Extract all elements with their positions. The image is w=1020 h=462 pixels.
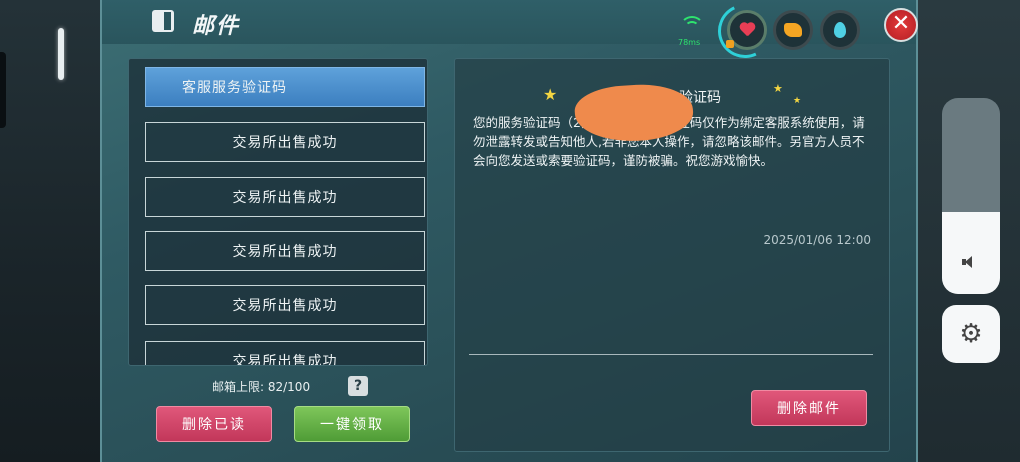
page-title: 邮件 xyxy=(192,14,241,39)
side-handle[interactable] xyxy=(58,28,64,80)
mail-list[interactable]: 客服服务验证码 交易所出售成功 交易所出售成功 交易所出售成功 交易所出售成功 … xyxy=(128,58,428,366)
volume-slider[interactable] xyxy=(942,98,1000,294)
list-item-label: 交易所出售成功 xyxy=(232,354,338,366)
delete-mail-button[interactable]: 删除邮件 xyxy=(751,390,867,426)
mail-icon xyxy=(152,10,174,32)
collect-all-button[interactable]: 一键领取 xyxy=(294,406,410,442)
shield-badge-icon xyxy=(726,40,734,48)
energy-button[interactable] xyxy=(773,10,813,50)
mailbox-quota: 邮箱上限: 82/100 xyxy=(212,380,311,394)
list-item-label: 交易所出售成功 xyxy=(232,190,338,206)
list-item-label: 客服服务验证码 xyxy=(182,80,287,96)
list-item[interactable]: 客服服务验证码 xyxy=(145,67,425,107)
background-left xyxy=(0,0,100,462)
arrow-icon xyxy=(784,23,802,37)
settings-button[interactable]: ⚙ xyxy=(942,305,1000,363)
list-item-label: 交易所出售成功 xyxy=(232,244,338,260)
volume-level xyxy=(942,211,1000,294)
list-item-label: 交易所出售成功 xyxy=(232,298,338,314)
list-item[interactable]: 交易所出售成功 xyxy=(145,231,425,271)
side-tab xyxy=(0,52,6,128)
ping-label: 78ms xyxy=(678,38,701,47)
heart-icon xyxy=(739,23,755,37)
close-button[interactable]: ✕ xyxy=(884,8,918,42)
drop-icon xyxy=(834,22,846,38)
help-button[interactable]: ? xyxy=(348,376,368,396)
close-icon: ✕ xyxy=(891,11,911,36)
divider xyxy=(469,354,873,355)
gear-icon: ⚙ xyxy=(959,319,983,349)
water-button[interactable] xyxy=(820,10,860,50)
list-item-label: 交易所出售成功 xyxy=(232,135,338,151)
mail-detail: ★ ★ ★ 客服服务验证码 您的服务验证码（2分钟内有效),该验证码仅作为绑定客… xyxy=(454,58,890,452)
mail-panel: 邮件 78ms ✕ 客服服务验证码 交易所出售成功 交易所出售成功 交易所出售成… xyxy=(100,0,918,462)
delete-read-button[interactable]: 删除已读 xyxy=(156,406,272,442)
volume-icon xyxy=(962,256,972,268)
mail-timestamp: 2025/01/06 12:00 xyxy=(763,233,871,247)
list-item[interactable]: 交易所出售成功 xyxy=(145,285,425,325)
list-item[interactable]: 交易所出售成功 xyxy=(145,177,425,217)
list-item[interactable]: 交易所出售成功 xyxy=(145,122,425,162)
list-item[interactable]: 交易所出售成功 xyxy=(145,341,425,366)
